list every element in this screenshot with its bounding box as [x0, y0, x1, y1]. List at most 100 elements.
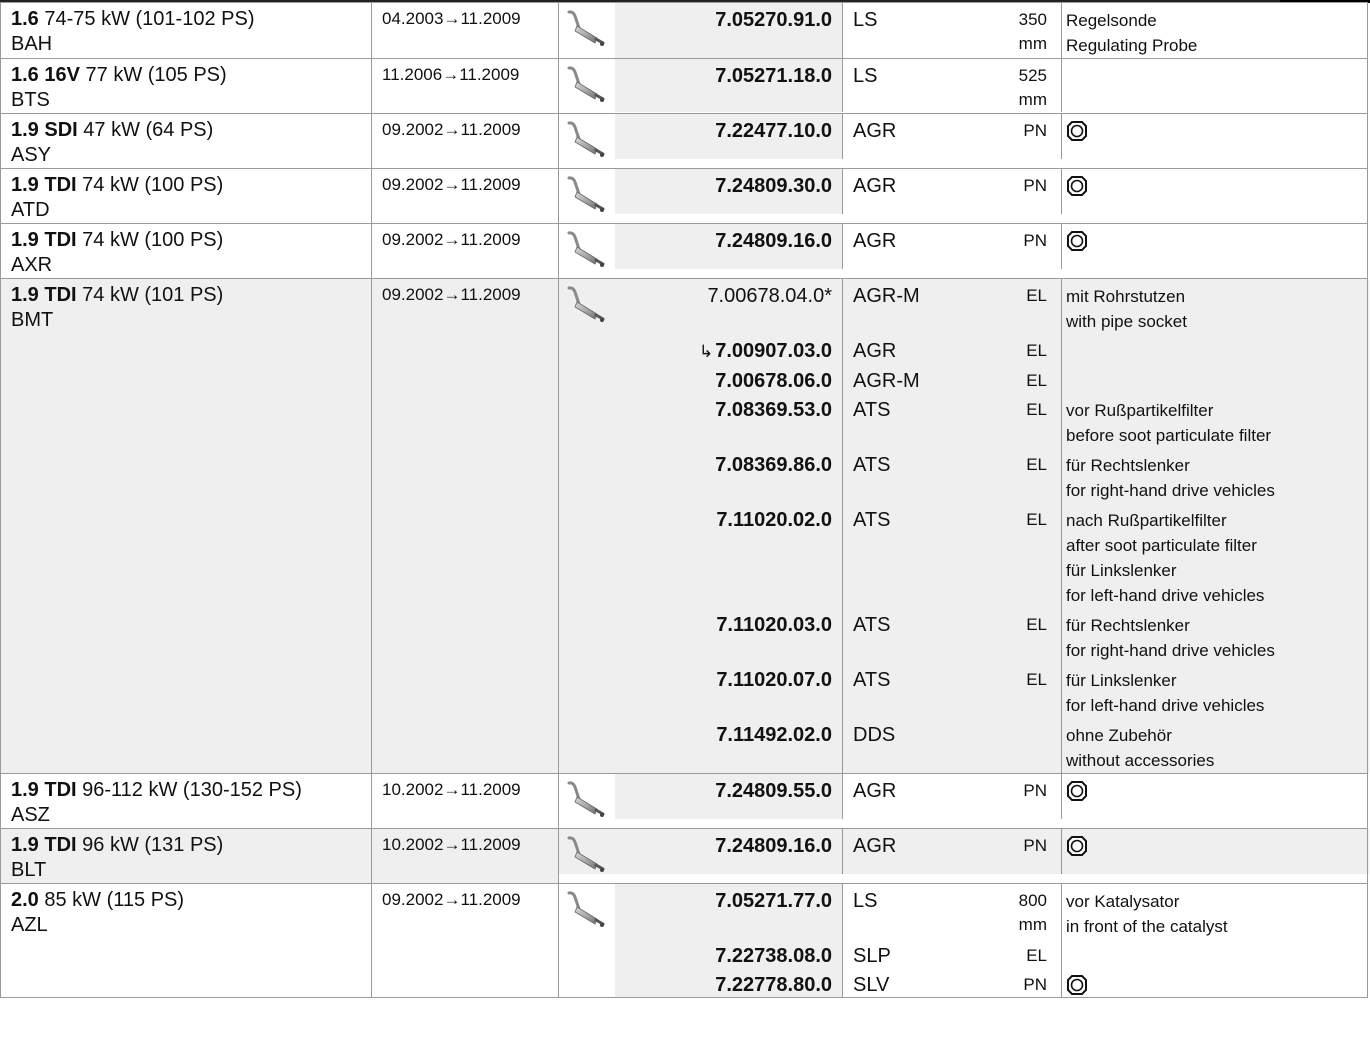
part-number[interactable]: 7.11020.03.0	[716, 614, 832, 636]
date-range: 10.2002→11.2009	[382, 835, 521, 854]
part-number[interactable]: 7.22738.08.0	[715, 945, 832, 967]
vehicle-row: 1.9 SDI 47 kW (64 PS) ASY 09.2002→11.2009 …	[0, 113, 1369, 169]
part-number-cell: 7.00678.04.0*	[615, 279, 843, 334]
part-spec: EL	[1026, 371, 1047, 390]
part-type: LS	[853, 65, 878, 87]
part-type: DDS	[853, 724, 896, 746]
date-range-cell: 09.2002→11.2009	[371, 223, 559, 279]
part-notes-cell: mit Rohrstutzen with pipe socket	[1061, 279, 1369, 334]
part-number-cell: ↳ 7.00907.03.0	[615, 334, 843, 364]
icon-cell	[559, 884, 615, 939]
part-spec-cell: PN	[950, 774, 1062, 819]
part-number[interactable]: 7.24809.16.0	[715, 230, 832, 252]
parts-group-cell: 7.24809.30.0 AGR PN	[558, 168, 1369, 224]
exhaust-part-icon	[559, 174, 615, 214]
part-number[interactable]: 7.05271.77.0	[715, 890, 832, 912]
date-range: 09.2002→11.2009	[382, 230, 521, 249]
parts-subtable: 7.05271.77.0 LS 800 mm vor Katalysator in fro…	[559, 884, 1369, 997]
date-range-cell: 10.2002→11.2009	[371, 773, 559, 829]
part-number-cell: 7.11020.03.0	[615, 608, 843, 663]
engine-model: 1.6	[11, 8, 39, 30]
part-type-cell: AGR	[842, 774, 950, 819]
part-number[interactable]: 7.24809.30.0	[715, 175, 832, 197]
part-number[interactable]: 7.05270.91.0	[715, 9, 832, 31]
part-number-cell: 7.24809.55.0	[615, 774, 843, 819]
part-type: AGR	[853, 835, 897, 857]
part-number[interactable]: 7.08369.86.0	[715, 454, 832, 476]
part-number[interactable]: 7.22778.80.0	[715, 974, 832, 996]
part-note: vor Katalysator	[1066, 892, 1180, 911]
successor-arrow: ↳	[698, 342, 714, 361]
part-number[interactable]: 7.11020.07.0	[716, 669, 832, 691]
icon-cell	[559, 663, 615, 718]
part-type-cell: ATS	[842, 393, 950, 448]
part-type-cell: AGR-M	[842, 364, 950, 393]
part-number-cell: 7.11020.02.0	[615, 503, 843, 608]
part-note: ohne Zubehör	[1066, 726, 1172, 745]
part-spec-cell: PN	[950, 224, 1062, 269]
engine-code: AZL	[11, 914, 48, 936]
engine-model: 1.9 TDI	[11, 229, 77, 251]
parts-group-cell: 7.05271.77.0 LS 800 mm vor Katalysator in fro…	[558, 883, 1369, 998]
parts-group-cell: 7.00678.04.0* AGR-M EL mit Rohrstutzen with …	[558, 278, 1369, 774]
part-number[interactable]: 7.24809.16.0	[715, 835, 832, 857]
part-row: 7.05271.77.0 LS 800 mm vor Katalysator in fro…	[559, 884, 1369, 939]
date-range-cell: 09.2002→11.2009	[371, 883, 559, 998]
date-range-cell: 09.2002→11.2009	[371, 113, 559, 169]
vehicle-row: 1.9 TDI 74 kW (100 PS) AXR 09.2002→11.2009…	[0, 223, 1369, 279]
engine-model: 1.9 TDI	[11, 779, 77, 801]
part-note: Regelsonde	[1066, 11, 1157, 30]
engine-model: 1.9 TDI	[11, 834, 77, 856]
part-notes-cell: Regelsonde Regulating Probe	[1061, 3, 1369, 58]
engine-power: 74 kW (100 PS)	[82, 174, 224, 196]
exhaust-part-icon	[559, 284, 615, 324]
part-note: für Linkslenker	[1066, 671, 1177, 690]
part-number[interactable]: 7.22477.10.0	[715, 120, 832, 142]
part-spec: EL	[1026, 455, 1047, 474]
part-spec-cell	[950, 718, 1062, 773]
part-row: 7.05271.18.0 LS 525 mm	[559, 59, 1369, 112]
parts-subtable: 7.05271.18.0 LS 525 mm	[559, 59, 1369, 112]
part-number-cell: 7.22778.80.0	[615, 968, 843, 997]
part-spec: PN	[1023, 836, 1047, 855]
engine-cell: 1.9 TDI 74 kW (101 PS) BMT	[0, 278, 372, 774]
part-number[interactable]: 7.08369.53.0	[715, 399, 832, 421]
gasket-ring-icon	[1066, 780, 1369, 802]
engine-cell: 1.6 16V 77 kW (105 PS) BTS	[0, 58, 372, 114]
icon-cell	[559, 718, 615, 773]
part-number[interactable]: 7.11492.02.0	[716, 724, 832, 746]
parts-subtable: 7.24809.30.0 AGR PN	[559, 169, 1369, 214]
part-notes-cell: vor Rußpartikelfilter before soot particu…	[1061, 393, 1369, 448]
part-row: 7.24809.16.0 AGR PN	[559, 224, 1369, 269]
part-type-cell: SLV	[842, 968, 950, 997]
part-number[interactable]: 7.00678.06.0	[715, 370, 832, 392]
part-notes-cell: ohne Zubehör without accessories	[1061, 718, 1369, 773]
part-note: Regulating Probe	[1066, 36, 1198, 55]
part-number[interactable]: 7.11020.02.0	[716, 509, 832, 531]
gasket-ring-icon	[1066, 175, 1369, 197]
part-number[interactable]: 7.05271.18.0	[715, 65, 832, 87]
part-number[interactable]: 7.24809.55.0	[715, 780, 832, 802]
parts-group-cell: 7.24809.55.0 AGR PN	[558, 773, 1369, 829]
part-number[interactable]: 7.00907.03.0	[715, 340, 832, 362]
part-type: SLV	[853, 974, 890, 996]
part-row: 7.22477.10.0 AGR PN	[559, 114, 1369, 159]
part-type-cell: ATS	[842, 448, 950, 503]
part-number-cell: 7.22738.08.0	[615, 939, 843, 968]
part-notes-cell: nach Rußpartikelfilter after soot particu…	[1061, 503, 1369, 608]
part-spec-cell: EL	[950, 364, 1062, 393]
engine-code: ATD	[11, 199, 50, 221]
part-type-cell: DDS	[842, 718, 950, 773]
part-spec-cell: PN	[950, 169, 1062, 214]
part-type: ATS	[853, 509, 891, 531]
part-type: AGR	[853, 175, 897, 197]
part-spec-cell: EL	[950, 503, 1062, 608]
part-spec-cell: EL	[950, 939, 1062, 968]
part-type: LS	[853, 9, 878, 31]
part-spec: 800 mm	[1018, 891, 1047, 934]
part-number[interactable]: 7.00678.04.0*	[707, 285, 832, 307]
part-note: mit Rohrstutzen	[1066, 287, 1186, 306]
parts-subtable: 7.24809.16.0 AGR PN	[559, 224, 1369, 269]
icon-cell	[559, 939, 615, 968]
icon-cell	[559, 364, 615, 393]
